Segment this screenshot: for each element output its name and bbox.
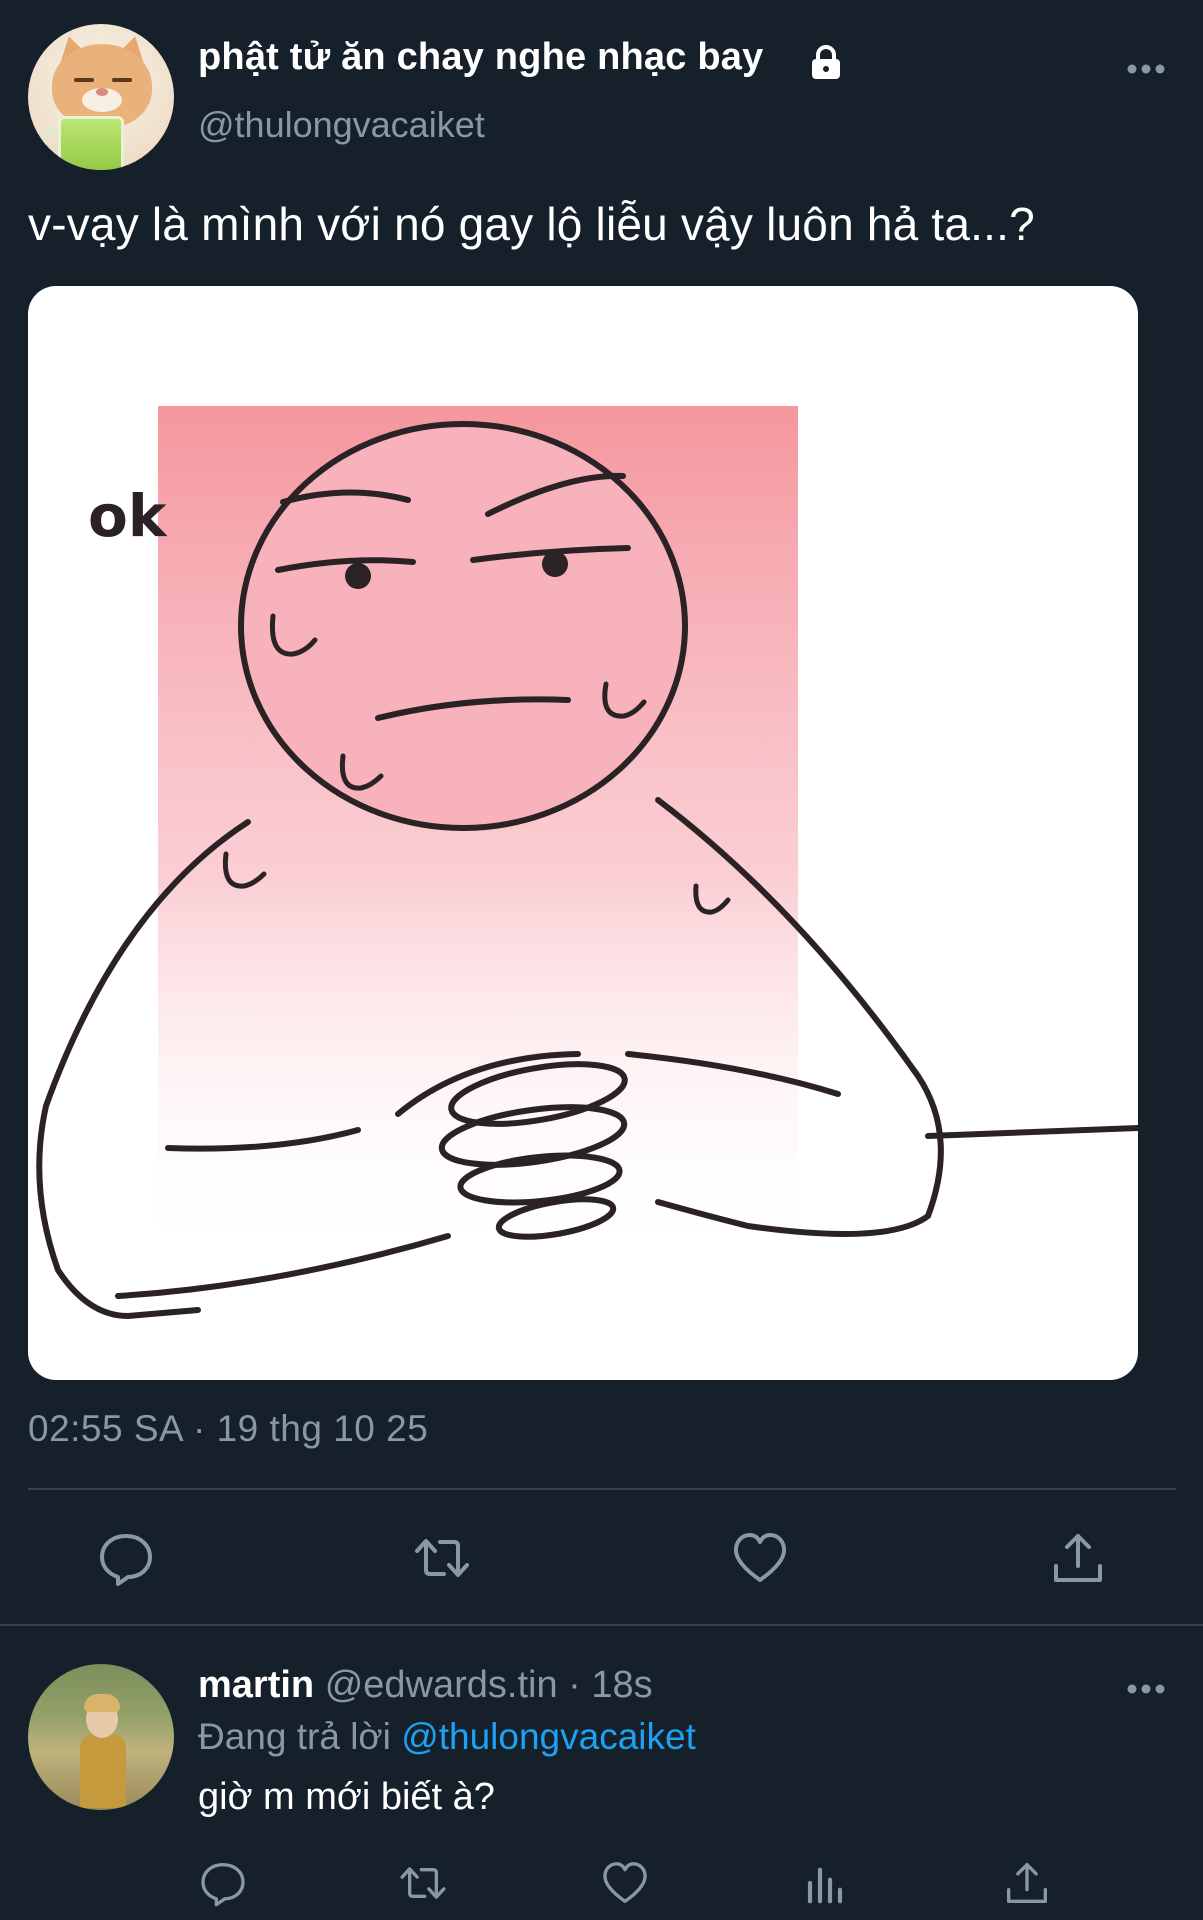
share-icon[interactable] [1002, 1858, 1052, 1908]
lock-icon [812, 45, 840, 79]
analytics-icon[interactable] [800, 1858, 850, 1908]
tweet-timestamp[interactable]: 02:55 SA · 19 thg 10 25 [28, 1408, 428, 1450]
like-icon[interactable] [600, 1858, 650, 1908]
reply-action-bar [0, 1852, 1203, 1920]
divider [0, 1624, 1203, 1626]
tweet-action-bar [0, 1520, 1203, 1596]
replying-to: Đang trả lời @thulongvacaiket [198, 1716, 696, 1758]
reply-author-name[interactable]: martin [198, 1664, 314, 1706]
meme-drawing: ok [36, 406, 1138, 1320]
reply-icon[interactable] [198, 1858, 248, 1908]
divider [28, 1488, 1176, 1490]
author-name[interactable]: phật tử ăn chay nghe nhạc bay [198, 36, 763, 79]
author-handle[interactable]: @thulongvacaiket [198, 104, 485, 146]
replying-prefix: Đang trả lời [198, 1716, 402, 1757]
replying-handle-link[interactable]: @thulongvacaiket [401, 1716, 696, 1757]
more-options-icon[interactable] [1126, 1682, 1166, 1696]
retweet-icon[interactable] [412, 1528, 472, 1588]
meme-caption: ok [88, 482, 168, 550]
reply-icon[interactable] [96, 1528, 156, 1588]
reply-author-meta[interactable]: @edwards.tin · 18s [314, 1664, 653, 1706]
reply-text: giờ m mới biết à? [198, 1776, 495, 1818]
tweet-media-image[interactable]: ok [28, 286, 1138, 1380]
reply-header: martin @edwards.tin · 18s [198, 1664, 653, 1707]
like-icon[interactable] [730, 1528, 790, 1588]
share-icon[interactable] [1048, 1528, 1108, 1588]
reply-author-avatar[interactable] [28, 1664, 174, 1810]
author-avatar[interactable] [28, 24, 174, 170]
tweet-text: v-vạy là mình với nó gay lộ liễu vậy luô… [28, 198, 1035, 250]
more-options-icon[interactable] [1126, 62, 1166, 76]
retweet-icon[interactable] [398, 1858, 448, 1908]
